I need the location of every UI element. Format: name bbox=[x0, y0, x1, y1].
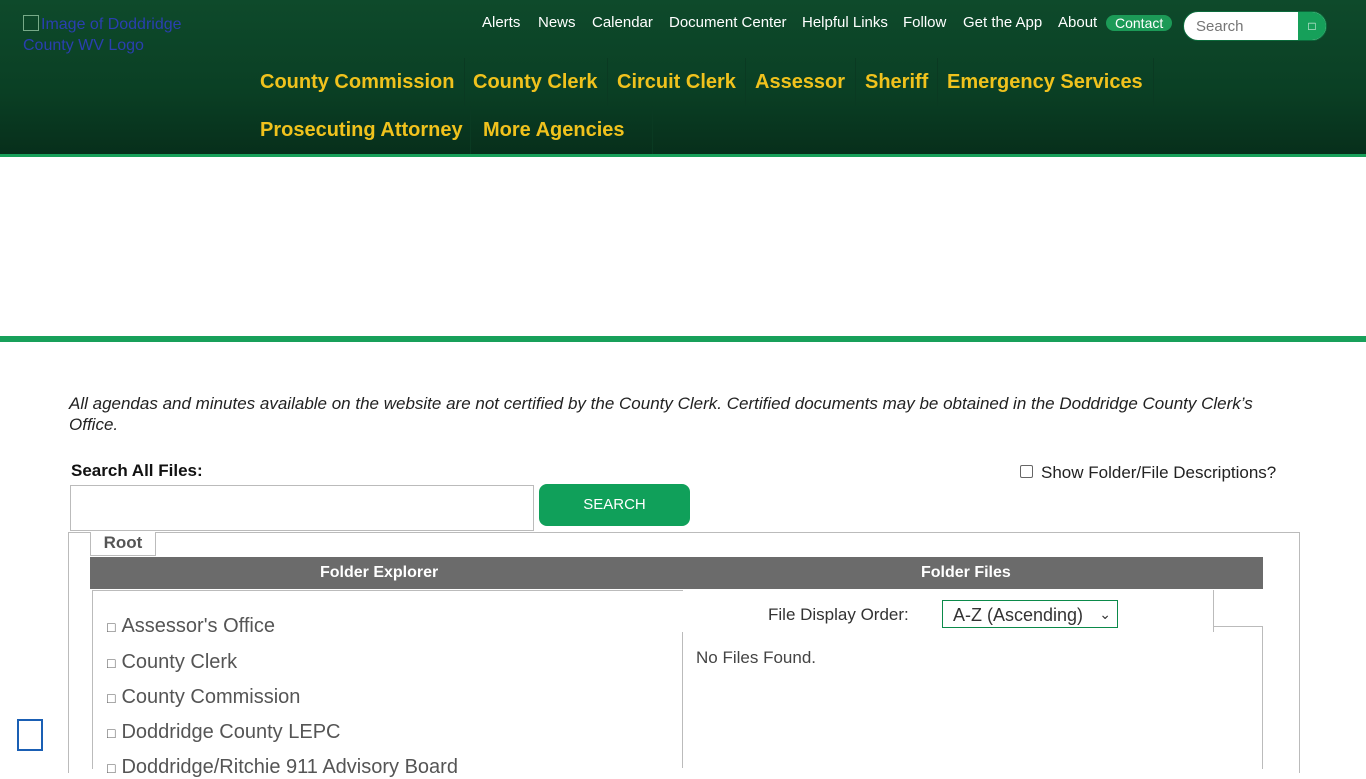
folder-item[interactable]: □ Assessor's Office bbox=[107, 615, 275, 638]
banner-divider bbox=[0, 336, 1366, 342]
files-border bbox=[1213, 626, 1263, 769]
nav-prosecuting-attorney[interactable]: Prosecuting Attorney bbox=[260, 119, 463, 142]
accessibility-icon[interactable] bbox=[17, 719, 43, 751]
nav-separator bbox=[1153, 58, 1154, 106]
contact-button[interactable]: Contact bbox=[1106, 15, 1173, 31]
show-descriptions-label: Show Folder/File Descriptions? bbox=[1041, 463, 1277, 482]
folder-icon: □ bbox=[107, 655, 116, 671]
util-link-alerts[interactable]: Alerts bbox=[482, 14, 520, 31]
util-link-document-center[interactable]: Document Center bbox=[669, 14, 787, 31]
nav-separator bbox=[937, 58, 938, 106]
nav-sheriff[interactable]: Sheriff bbox=[865, 71, 928, 94]
util-link-news[interactable]: News bbox=[538, 14, 576, 31]
folder-icon: □ bbox=[107, 619, 116, 635]
util-link-helpful-links[interactable]: Helpful Links bbox=[802, 14, 888, 31]
nav-more-agencies[interactable]: More Agencies bbox=[483, 119, 625, 142]
folder-icon: □ bbox=[107, 725, 116, 741]
chevron-down-icon: ⌄ bbox=[1099, 606, 1111, 622]
search-icon[interactable]: □ bbox=[1298, 12, 1326, 40]
folder-files-heading: Folder Files bbox=[921, 564, 1011, 581]
nav-assessor[interactable]: Assessor bbox=[755, 71, 845, 94]
nav-separator bbox=[745, 58, 746, 106]
site-search: □ bbox=[1183, 11, 1327, 41]
search-files-button[interactable]: SEARCH bbox=[539, 484, 690, 526]
util-link-calendar[interactable]: Calendar bbox=[592, 14, 653, 31]
hero-banner bbox=[0, 157, 1366, 336]
folder-item[interactable]: □ County Clerk bbox=[107, 651, 237, 674]
folder-icon: □ bbox=[107, 690, 116, 706]
util-link-follow[interactable]: Follow bbox=[903, 14, 946, 31]
site-search-input[interactable] bbox=[1184, 12, 1311, 40]
broken-image-icon bbox=[23, 15, 39, 31]
checkbox-icon[interactable] bbox=[1020, 465, 1033, 478]
nav-separator bbox=[470, 106, 471, 154]
nav-separator bbox=[855, 58, 856, 106]
nav-separator bbox=[652, 106, 653, 154]
search-files-label: Search All Files: bbox=[71, 461, 203, 480]
folder-explorer-heading: Folder Explorer bbox=[320, 564, 439, 581]
file-display-order-select[interactable]: A-Z (Ascending) ⌄ bbox=[942, 600, 1118, 628]
folder-item[interactable]: □ Doddridge County LEPC bbox=[107, 721, 340, 744]
util-link-get-the-app[interactable]: Get the App bbox=[963, 14, 1042, 31]
logo-alt-text: Image of Doddridge County WV Logo bbox=[23, 16, 182, 54]
disclaimer-text: All agendas and minutes available on the… bbox=[69, 394, 1253, 434]
nav-circuit-clerk[interactable]: Circuit Clerk bbox=[617, 71, 736, 94]
nav-separator bbox=[607, 58, 608, 106]
search-files-input[interactable] bbox=[70, 485, 534, 531]
folder-icon: □ bbox=[107, 760, 116, 776]
no-files-message: No Files Found. bbox=[696, 648, 816, 667]
root-tab[interactable]: Root bbox=[90, 532, 156, 556]
site-logo[interactable]: Image of Doddridge County WV Logo bbox=[23, 14, 183, 56]
util-link-about[interactable]: About bbox=[1058, 14, 1097, 31]
show-descriptions-toggle[interactable]: Show Folder/File Descriptions? bbox=[1020, 463, 1276, 483]
nav-county-commission[interactable]: County Commission bbox=[260, 71, 454, 94]
file-display-order-label: File Display Order: bbox=[768, 605, 909, 624]
folder-item[interactable]: □ County Commission bbox=[107, 686, 300, 709]
nav-emergency-services[interactable]: Emergency Services bbox=[947, 71, 1143, 94]
nav-county-clerk[interactable]: County Clerk bbox=[473, 71, 597, 94]
explorer-header: Folder Explorer Folder Files bbox=[90, 557, 1263, 589]
nav-separator bbox=[464, 58, 465, 106]
